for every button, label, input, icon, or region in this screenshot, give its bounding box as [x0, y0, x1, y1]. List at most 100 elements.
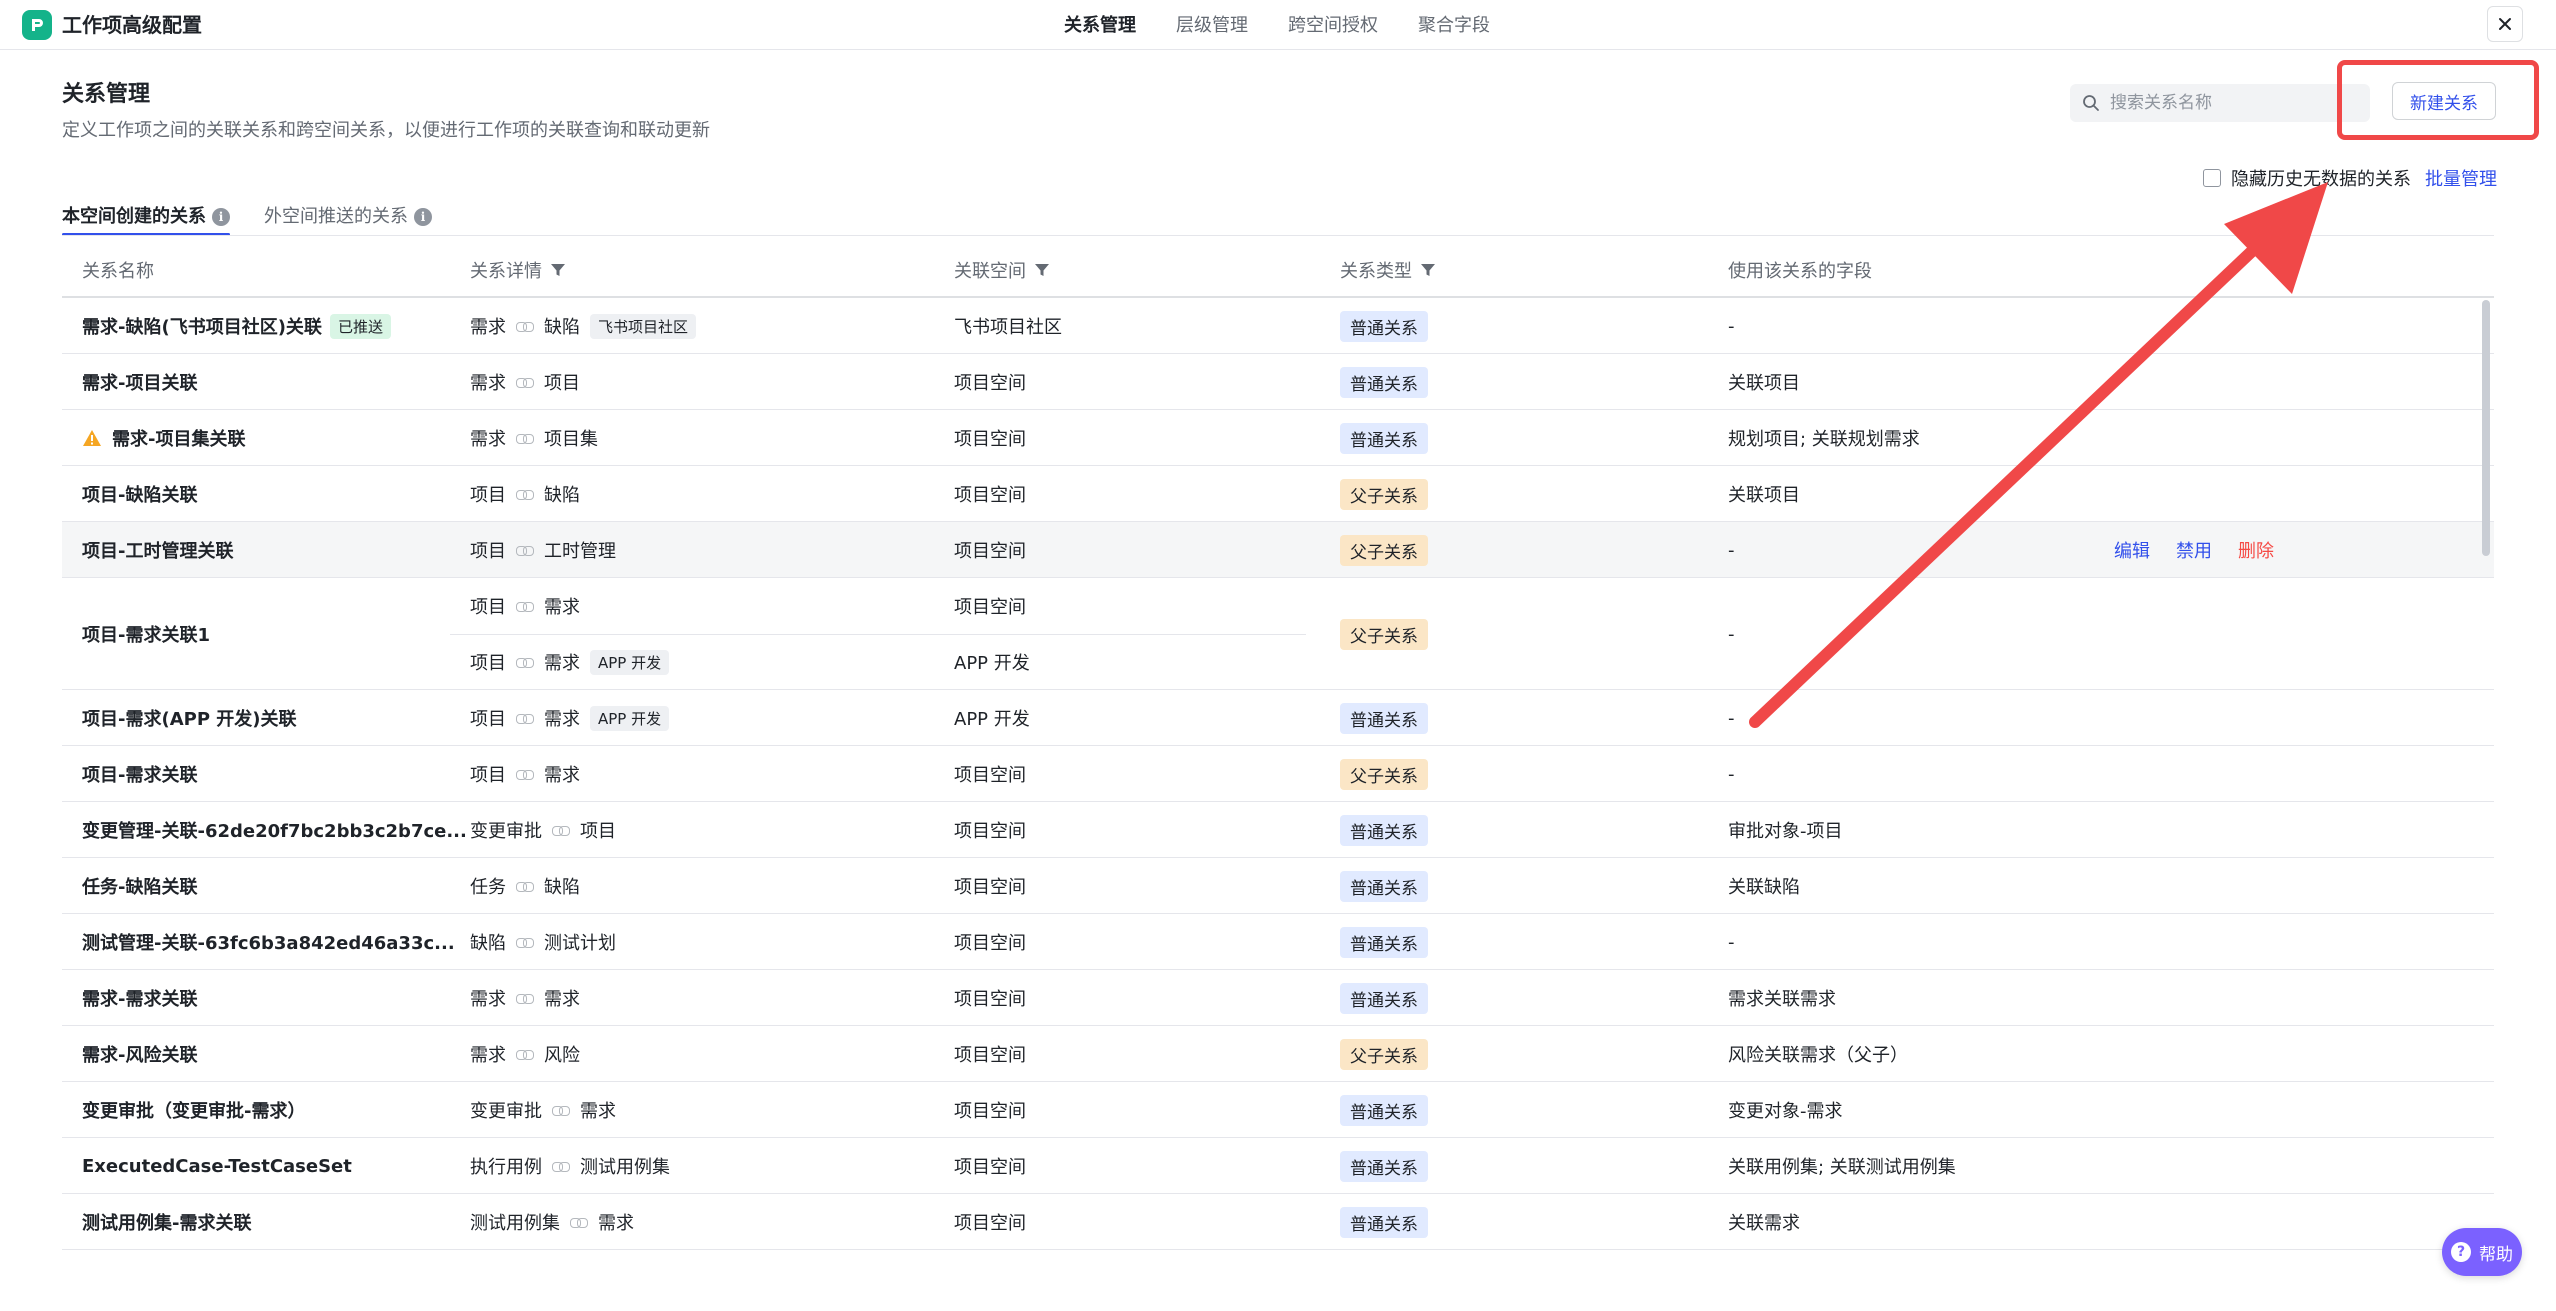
cell-name: 项目-需求(APP 开发)关联 — [82, 690, 297, 746]
batch-manage-link[interactable]: 批量管理 — [2425, 165, 2497, 191]
cell-space: 项目空间 — [954, 410, 1026, 466]
space-value: 项目空间 — [954, 429, 1026, 450]
cell-space: APP 开发 — [954, 690, 1030, 746]
table-row[interactable]: 需求-项目关联 需求 项目 项目空间 普通关系 关联项目 — [62, 354, 2494, 410]
fields-value: 关联项目 — [1728, 373, 1800, 394]
table-row[interactable]: 任务-缺陷关联 任务 缺陷 项目空间 普通关系 关联缺陷 — [62, 858, 2494, 914]
table-row[interactable]: 变更审批（变更审批-需求） 变更审批 需求 项目空间 普通关系 变更对象-需求 — [62, 1082, 2494, 1138]
detail-to: 缺陷 — [544, 877, 580, 898]
relation-name: 测试用例集-需求关联 — [82, 1213, 252, 1234]
table-row[interactable]: 测试用例集-需求关联 测试用例集 需求 项目空间 普通关系 关联需求 — [62, 1194, 2494, 1250]
table-row[interactable]: 需求-风险关联 需求 风险 项目空间 父子关系 风险关联需求（父子） — [62, 1026, 2494, 1082]
help-button[interactable]: ? 帮助 — [2442, 1228, 2522, 1276]
nav-tab[interactable]: 聚合字段 — [1418, 12, 1490, 40]
table-header: 关系名称 关系详情 关联空间 关系类型 使用该关系的字段 — [62, 242, 2494, 298]
relation-type-badge: 普通关系 — [1340, 1206, 1428, 1238]
relation-name: 需求-项目集关联 — [112, 429, 246, 450]
relation-name: 需求-缺陷(飞书项目社区)关联 — [82, 317, 322, 338]
cell-type: 普通关系 — [1340, 970, 1428, 1026]
table-scrollbar[interactable] — [2482, 300, 2490, 556]
detail-to: 需求 — [544, 709, 580, 730]
detail-to: 需求 — [544, 597, 580, 618]
delete-button[interactable]: 删除 — [2238, 537, 2274, 563]
filter-icon[interactable] — [1420, 262, 1436, 278]
space-value: 项目空间 — [954, 485, 1026, 506]
nav-tab[interactable]: 跨空间授权 — [1288, 12, 1378, 40]
hide-history-row: 隐藏历史无数据的关系 批量管理 — [2203, 164, 2497, 192]
cell-detail: 需求 需求 — [470, 970, 580, 1026]
new-relation-button[interactable]: 新建关系 — [2392, 82, 2496, 120]
table-row[interactable]: 项目-缺陷关联 项目 缺陷 项目空间 父子关系 关联项目 — [62, 466, 2494, 522]
fields-value: 审批对象-项目 — [1728, 821, 1843, 842]
warning-icon — [83, 430, 101, 446]
search-icon — [2083, 95, 2099, 111]
cell-detail: 项目 需求 APP 开发 — [470, 690, 670, 746]
link-icon — [516, 936, 534, 948]
table-row[interactable]: ExecutedCase-TestCaseSet 执行用例 测试用例集 项目空间 普通关… — [62, 1138, 2494, 1194]
row-actions: 编辑 禁用 删除 — [2114, 522, 2274, 578]
relation-type-badge: 普通关系 — [1340, 982, 1428, 1014]
table-row[interactable]: 项目-工时管理关联 项目 工时管理 项目空间 父子关系 - 编辑 禁用 删除 — [62, 522, 2494, 578]
filter-icon[interactable] — [550, 262, 566, 278]
detail-to: 项目 — [580, 821, 616, 842]
table-row[interactable]: 需求-项目集关联 需求 项目集 项目空间 普通关系 规划项目; 关联规划需求 — [62, 410, 2494, 466]
detail-from: 需求 — [470, 989, 506, 1010]
space-value: 项目空间 — [954, 1213, 1026, 1234]
cell-detail: 需求 项目 — [470, 354, 580, 410]
hide-history-label: 隐藏历史无数据的关系 — [2231, 169, 2411, 190]
close-button[interactable] — [2487, 6, 2523, 42]
tab-local-relations[interactable]: 本空间创建的关系 i — [62, 200, 230, 236]
cell-detail: 项目 缺陷 — [470, 466, 580, 522]
relation-type-badge: 父子关系 — [1340, 758, 1428, 790]
cell-fields: - — [1728, 578, 1735, 690]
info-icon[interactable]: i — [414, 208, 432, 226]
fields-value: - — [1728, 539, 1735, 561]
table-row[interactable]: 需求-需求关联 需求 需求 项目空间 普通关系 需求关联需求 — [62, 970, 2494, 1026]
cell-space: 项目空间 — [954, 746, 1026, 802]
space-value: 飞书项目社区 — [954, 317, 1062, 338]
link-icon — [516, 656, 534, 668]
cell-fields: 风险关联需求（父子） — [1728, 1026, 1908, 1082]
detail-to: 需求 — [580, 1101, 616, 1122]
table-row[interactable]: 项目-需求关联 项目 需求 项目空间 父子关系 - — [62, 746, 2494, 802]
column-header-detail: 关系详情 — [470, 242, 566, 298]
detail-to: 缺陷 — [544, 317, 580, 338]
detail-from: 变更审批 — [470, 1101, 542, 1122]
search-box[interactable] — [2070, 84, 2370, 122]
page-description: 定义工作项之间的关联关系和跨空间关系，以便进行工作项的关联查询和联动更新 — [62, 120, 710, 141]
cell-type: 父子关系 — [1340, 746, 1428, 802]
table-row[interactable]: 需求-缺陷(飞书项目社区)关联 已推送 需求 缺陷 飞书项目社区 飞书项目社区 普通关系 - — [62, 298, 2494, 354]
cell-type: 父子关系 — [1340, 578, 1428, 690]
help-label: 帮助 — [2479, 1244, 2513, 1265]
table-row[interactable]: 项目-需求关联1 项目 需求 项目空间 项目 需求 APP 开发 APP 开发 父子关系 - — [62, 578, 2494, 690]
disable-button[interactable]: 禁用 — [2176, 537, 2212, 563]
relation-name: 需求-风险关联 — [82, 1045, 198, 1066]
fields-value: 规划项目; 关联规划需求 — [1728, 429, 1920, 450]
relation-type-badge: 普通关系 — [1340, 310, 1428, 342]
detail-to: 项目集 — [544, 429, 598, 450]
nav-tab[interactable]: 层级管理 — [1176, 12, 1248, 40]
link-icon — [552, 1160, 570, 1172]
detail-to: 测试用例集 — [580, 1157, 670, 1178]
cell-space: 项目空间 — [954, 466, 1026, 522]
tab-external-relations[interactable]: 外空间推送的关系 i — [264, 200, 432, 234]
relation-type-badge: 普通关系 — [1340, 1150, 1428, 1182]
table-row[interactable]: 变更管理-关联-62de20f7bc2bb3c2b7ce... 变更审批 项目 项目空… — [62, 802, 2494, 858]
search-input[interactable] — [2110, 93, 2350, 113]
detail-to: 测试计划 — [544, 933, 616, 954]
nav-tab[interactable]: 关系管理 — [1064, 12, 1136, 40]
cell-space: APP 开发 — [954, 634, 1030, 690]
filter-icon[interactable] — [1034, 262, 1050, 278]
fields-value: 需求关联需求 — [1728, 989, 1836, 1010]
fields-value: 变更对象-需求 — [1728, 1101, 1843, 1122]
relation-name: 项目-需求关联 — [82, 765, 198, 786]
relation-type-badge: 父子关系 — [1340, 618, 1428, 650]
detail-from: 项目 — [470, 485, 506, 506]
table-row[interactable]: 项目-需求(APP 开发)关联 项目 需求 APP 开发 APP 开发 普通关系 - — [62, 690, 2494, 746]
hide-history-checkbox[interactable] — [2203, 169, 2221, 187]
info-icon[interactable]: i — [212, 208, 230, 226]
app-logo-icon — [22, 10, 52, 40]
edit-button[interactable]: 编辑 — [2114, 537, 2150, 563]
table-row[interactable]: 测试管理-关联-63fc6b3a842ed46a33c... 缺陷 测试计划 项目空间… — [62, 914, 2494, 970]
detail-from: 项目 — [470, 653, 506, 674]
